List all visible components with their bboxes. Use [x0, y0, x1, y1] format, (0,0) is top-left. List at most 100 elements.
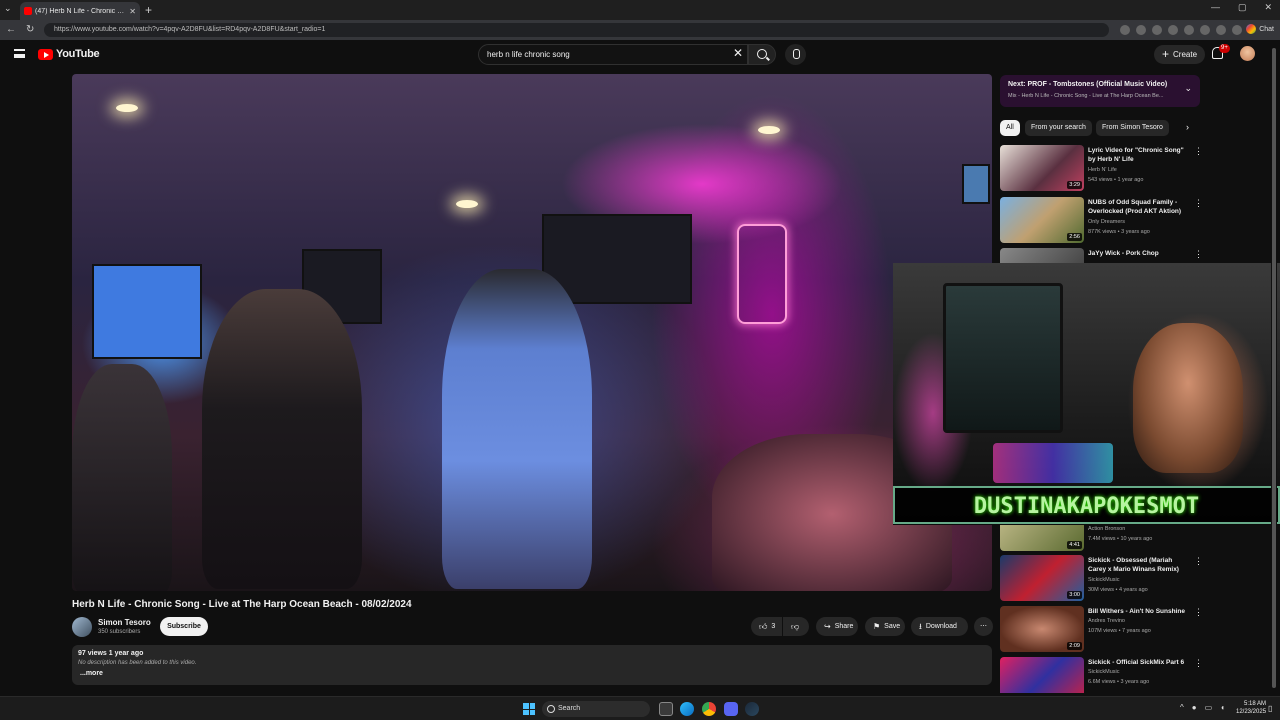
recommendation-meta: 30M views • 4 years ago: [1088, 587, 1148, 593]
video-thumbnail[interactable]: [1000, 657, 1084, 693]
kebab-menu-icon[interactable]: ⋮: [1194, 556, 1203, 567]
taskbar-clock[interactable]: 5:18 AM 12/23/2025: [1236, 700, 1266, 716]
extension-icon[interactable]: [1152, 25, 1162, 35]
video-thumbnail[interactable]: 3:29: [1000, 145, 1084, 191]
steam-icon[interactable]: [745, 702, 759, 716]
recommendation-title[interactable]: NUBS of Odd Squad Family - Overlocked (P…: [1088, 198, 1188, 216]
page-scrollbar-thumb[interactable]: [1272, 48, 1276, 688]
list-item[interactable]: Sickick - Official SickMix Part 6 Sickic…: [1000, 657, 1200, 693]
list-item[interactable]: JaYy Wick - Pork Chop ⋮: [1000, 248, 1200, 263]
kebab-menu-icon[interactable]: ⋮: [1194, 607, 1203, 618]
notification-count-badge: 9+: [1219, 44, 1230, 53]
clear-search-icon[interactable]: ✕: [733, 46, 743, 60]
video-thumbnail[interactable]: [1000, 248, 1084, 263]
streamer-name: DUSTINAKAPOKESMOT: [973, 494, 1200, 519]
discord-icon[interactable]: [724, 702, 738, 716]
close-window-button[interactable]: ✕: [1264, 2, 1272, 13]
user-avatar[interactable]: [1240, 46, 1255, 61]
share-button[interactable]: ↪ Share: [816, 617, 858, 636]
recommendation-title[interactable]: Lyric Video for "Chronic Song" by Herb N…: [1088, 146, 1188, 164]
video-thumbnail[interactable]: 2:09: [1000, 606, 1084, 652]
recommendation-meta: 107M views • 7 years ago: [1088, 628, 1151, 634]
subscribe-button[interactable]: Subscribe: [160, 617, 208, 636]
youtube-header: YouTube herb n life chronic song ✕ + Cre…: [0, 40, 1280, 70]
microphone-icon[interactable]: ●: [1192, 703, 1197, 712]
notification-bell-icon[interactable]: ▯: [1268, 704, 1272, 713]
chrome-icon[interactable]: [702, 702, 716, 716]
kebab-menu-icon[interactable]: ⋮: [1194, 146, 1203, 157]
minimize-button[interactable]: —: [1211, 2, 1220, 13]
volume-icon[interactable]: ◖: [1220, 703, 1225, 712]
search-button[interactable]: [748, 44, 776, 65]
reload-icon[interactable]: ↻: [26, 24, 34, 35]
up-next-card[interactable]: Next: PROF - Tombstones (Official Music …: [1000, 75, 1200, 107]
copilot-chat-button[interactable]: Chat: [1246, 24, 1274, 34]
profile-icon[interactable]: [1216, 25, 1226, 35]
search-input[interactable]: herb n life chronic song: [478, 44, 748, 65]
duration-badge: 3:29: [1067, 181, 1082, 189]
windows-start-icon[interactable]: [523, 703, 535, 715]
download-button[interactable]: ⭳ Download: [911, 617, 968, 636]
task-view-icon[interactable]: [659, 702, 673, 716]
url-field[interactable]: https://www.youtube.com/watch?v=4pqv-A2D…: [44, 23, 1109, 37]
chevron-down-icon[interactable]: ⌄: [1184, 83, 1192, 94]
chevron-up-icon[interactable]: ^: [1180, 703, 1184, 712]
recommendation-title[interactable]: JaYy Wick - Pork Chop: [1088, 249, 1188, 258]
up-next-title: Next: PROF - Tombstones (Official Music …: [1008, 81, 1168, 88]
tab-search-chevron-icon[interactable]: ⌄: [4, 3, 12, 14]
video-thumbnail[interactable]: 3:00: [1000, 555, 1084, 601]
taskbar-search[interactable]: Search: [542, 701, 650, 717]
show-more-link[interactable]: ...more: [80, 670, 103, 677]
chip-all[interactable]: All: [1000, 120, 1020, 136]
list-item[interactable]: 2:56 NUBS of Odd Squad Family - Overlock…: [1000, 197, 1203, 243]
menu-icon[interactable]: [14, 49, 25, 58]
recommendation-title[interactable]: Sickick - Official SickMix Part 6: [1088, 658, 1188, 667]
list-item[interactable]: 4:41 Action Bronson 7.4M views • 10 year…: [1000, 525, 1200, 551]
back-arrow-icon[interactable]: ←: [6, 24, 16, 35]
description-box[interactable]: 97 views 1 year ago No description has b…: [72, 645, 992, 685]
video-player[interactable]: [72, 74, 992, 591]
kebab-menu-icon[interactable]: ⋮: [1194, 658, 1200, 669]
dislike-button[interactable]: 👎︎: [783, 617, 809, 636]
extension-icon[interactable]: [1120, 25, 1130, 35]
recommendation-title[interactable]: Bill Withers - Ain't No Sunshine: [1088, 607, 1188, 616]
recommendation-title[interactable]: Sickick - Obsessed (Mariah Carey x Mario…: [1088, 556, 1188, 574]
more-actions-button[interactable]: ⋯: [974, 617, 993, 636]
network-icon[interactable]: ▭: [1205, 703, 1213, 712]
bookmark-star-icon[interactable]: [1136, 25, 1146, 35]
new-tab-button[interactable]: +: [145, 3, 152, 17]
bookmark-icon: ⚑: [873, 622, 881, 631]
chip-from-simon-tesoro[interactable]: From Simon Tesoro: [1096, 120, 1169, 136]
channel-avatar[interactable]: [72, 617, 92, 637]
channel-name[interactable]: Simon Tesoro: [98, 618, 151, 627]
pc-case-window: [943, 283, 1063, 433]
youtube-logo[interactable]: YouTube: [38, 48, 100, 60]
recommendation-meta: 7.4M views • 10 years ago: [1088, 536, 1153, 542]
maximize-button[interactable]: ▢: [1238, 2, 1247, 13]
settings-dots-icon[interactable]: [1232, 25, 1242, 35]
kebab-menu-icon[interactable]: ⋮: [1194, 249, 1200, 260]
wall-tv: [962, 164, 990, 204]
voice-search-icon[interactable]: [785, 44, 806, 65]
list-item[interactable]: 2:09 Bill Withers - Ain't No Sunshine An…: [1000, 606, 1203, 652]
extension-icon[interactable]: [1168, 25, 1178, 35]
list-item[interactable]: 3:00 Sickick - Obsessed (Mariah Carey x …: [1000, 555, 1203, 601]
guitarist-figure: [202, 289, 362, 589]
kebab-menu-icon[interactable]: ⋮: [1194, 198, 1203, 209]
video-thumbnail[interactable]: 4:41: [1000, 525, 1084, 551]
edge-icon[interactable]: [680, 702, 694, 716]
video-thumbnail[interactable]: 2:56: [1000, 197, 1084, 243]
favorites-icon[interactable]: [1184, 25, 1194, 35]
like-button[interactable]: 👍︎ 3: [751, 617, 782, 636]
chevron-right-icon[interactable]: ›: [1186, 122, 1189, 132]
tab-close-icon[interactable]: ✕: [129, 7, 136, 16]
chip-from-your-search[interactable]: From your search: [1025, 120, 1092, 136]
share-label: Share: [834, 623, 854, 630]
save-button[interactable]: ⚑ Save: [865, 617, 905, 636]
create-button[interactable]: + Create: [1154, 45, 1206, 64]
list-item[interactable]: 3:29 Lyric Video for "Chronic Song" by H…: [1000, 145, 1203, 191]
recommendation-meta: 543 views • 1 year ago: [1088, 177, 1144, 183]
channel-subscriber-count: 350 subscribers: [98, 629, 141, 635]
browser-tab-youtube[interactable]: (47) Herb N Life - Chronic Sor ✕: [20, 2, 140, 20]
split-screen-icon[interactable]: [1200, 25, 1210, 35]
